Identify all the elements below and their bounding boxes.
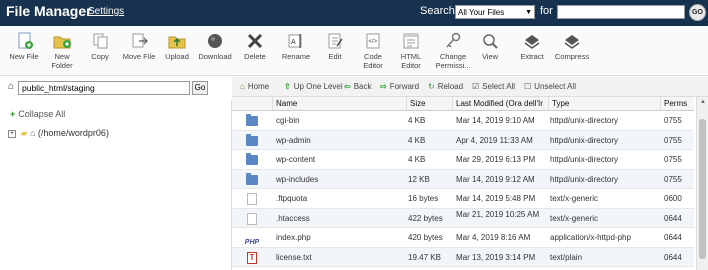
html-editor-button[interactable]: HTML Editor [396,32,426,70]
search-scope-value: All Your Files [458,8,505,17]
folder-icon [246,153,258,165]
edit-button[interactable]: Edit [322,32,348,61]
delete-icon [247,33,263,49]
settings-link[interactable]: Settings [88,6,124,17]
reload-icon: ↻ [428,82,435,91]
search-input[interactable] [557,5,685,19]
table-row[interactable]: PHP index.php 420 bytes Mar 4, 2019 8:16… [232,228,694,248]
file-table: Name Size Last Modified (Ora dell'Ir Typ… [232,97,694,270]
home-icon: ⌂ [29,128,36,138]
change-permissions-button[interactable]: Change Permissi... [432,32,474,70]
compress-icon [564,35,580,49]
document-icon [247,193,257,205]
chevron-down-icon: ▼ [525,9,532,16]
download-button[interactable]: Download [196,32,234,61]
table-row[interactable]: .ftpquota 16 bytes Mar 14, 2019 5:48 PM … [232,189,694,209]
scrollbar[interactable]: ▲ [696,97,708,270]
up-one-level-button[interactable]: ⇧ Up One Level [284,82,343,91]
nav-bar: ⌂ Home ⇧ Up One Level ⇦ Back ⇨ Forward ↻ Relo… [232,77,708,97]
table-row[interactable]: wp-admin 4 KB Apr 4, 2019 11:33 AM httpd… [232,130,694,150]
checkbox-unchecked-icon: ☐ [524,82,532,91]
rename-icon: A [288,34,302,48]
upload-button[interactable]: Upload [162,32,192,61]
column-header-size[interactable]: Size [406,97,452,110]
code-editor-button[interactable]: </> Code Editor [358,32,388,70]
svg-text:</>: </> [369,39,378,45]
table-row[interactable]: .htaccess 422 bytes Mar 21, 2019 10:25 A… [232,208,694,228]
for-label: for [540,5,553,17]
arrow-up-icon: ⇧ [284,82,291,91]
back-button[interactable]: ⇦ Back [344,82,372,91]
edit-icon [328,33,343,49]
path-input[interactable]: public_html/staging [18,81,190,95]
path-bar: ⌂ public_html/staging Go [0,77,232,99]
svg-text:A: A [291,39,296,46]
document-icon [247,212,257,225]
home-nav-icon: ⌂ [240,82,245,91]
forward-button[interactable]: ⇨ Forward [380,82,419,91]
table-row[interactable]: wp-includes 12 KB Mar 14, 2019 9:12 AM h… [232,169,694,189]
select-all-button[interactable]: ☑ Select All [472,82,515,91]
toolbar: New File New Folder Copy Move File Uploa… [0,26,708,76]
reload-button[interactable]: ↻ Reload [428,82,463,91]
path-go-button[interactable]: Go [192,81,208,95]
scroll-thumb[interactable] [699,119,706,259]
column-header-modified[interactable]: Last Modified (Ora dell'Ir [452,97,548,110]
table-row[interactable]: wp-content 4 KB Mar 29, 2019 6:13 PM htt… [232,150,694,170]
unselect-all-button[interactable]: ☐ Unselect All [524,82,576,91]
download-icon [208,34,222,48]
copy-button[interactable]: Copy [86,32,114,61]
home-button[interactable]: ⌂ Home [240,82,269,91]
app-title: File Manager [6,3,92,19]
extract-icon [524,35,540,49]
checkbox-checked-icon: ☑ [472,82,480,91]
tree-root-item[interactable]: + ▰ ⌂ (/home/wordpr06) [8,128,109,139]
folder-tree: + Collapse All + ▰ ⌂ (/home/wordpr06) [0,100,232,270]
delete-button[interactable]: Delete [240,32,270,61]
column-header-type[interactable]: Type [548,97,660,110]
home-icon: ⌂ [8,81,15,92]
column-header-name[interactable]: Name [272,97,406,110]
folder-icon: ▰ [20,128,28,138]
new-file-button[interactable]: New File [6,32,42,61]
text-file-icon: T [247,251,257,264]
view-icon [483,34,498,49]
upload-icon [168,36,186,49]
new-folder-button[interactable]: New Folder [44,32,80,70]
top-bar: File Manager Settings Search All Your Fi… [0,0,708,26]
search-scope-select[interactable]: All Your Files ▼ [455,5,535,19]
column-header-perms[interactable]: Perms [660,97,694,110]
search-label: Search [420,5,455,17]
table-row[interactable]: cgi-bin 4 KB Mar 14, 2019 9:10 AM httpd/… [232,111,694,131]
plus-icon: + [10,109,16,119]
expand-icon[interactable]: + [8,129,16,138]
change-permissions-icon [446,32,461,48]
folder-icon [246,133,258,146]
move-file-icon [132,33,148,48]
scroll-up-icon[interactable]: ▲ [697,97,708,107]
php-icon: PHP [244,239,260,246]
html-editor-icon [403,33,419,49]
copy-icon [93,33,108,49]
table-header: Name Size Last Modified (Ora dell'Ir Typ… [232,97,694,111]
folder-icon [246,114,258,126]
move-file-button[interactable]: Move File [120,32,158,61]
search-go-button[interactable]: GO [689,4,706,21]
view-button[interactable]: View [478,32,502,61]
arrow-left-icon: ⇦ [344,82,351,91]
new-folder-icon [53,36,71,49]
folder-icon [246,172,258,185]
compress-button[interactable]: Compress [554,32,590,61]
arrow-right-icon: ⇨ [380,82,387,91]
extract-button[interactable]: Extract [518,32,546,61]
rename-button[interactable]: A Rename [280,32,312,61]
code-editor-icon: </> [366,33,380,49]
collapse-all-link[interactable]: + Collapse All [10,109,65,119]
table-row[interactable]: T license.txt 19.47 KB Mar 13, 2019 3:14… [232,247,694,267]
new-file-icon [18,32,33,49]
